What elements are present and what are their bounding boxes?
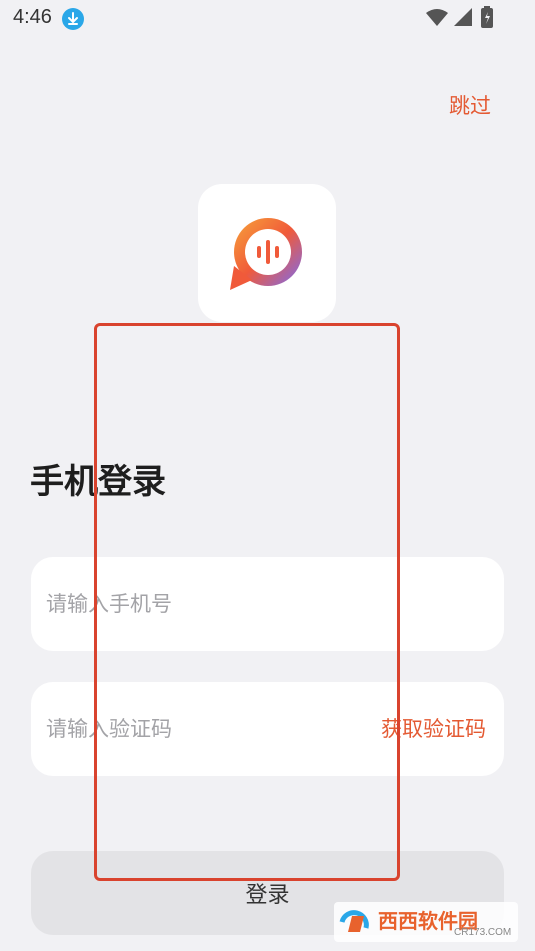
skip-button[interactable]: 跳过: [449, 90, 491, 120]
watermark-logo-icon: [339, 910, 369, 932]
status-bar: 4:46: [0, 0, 535, 38]
app-logo: [198, 184, 336, 322]
wifi-icon: [426, 8, 448, 26]
watermark: 西西软件园 CR173.COM: [334, 902, 518, 942]
watermark-sub: CR173.COM: [454, 927, 512, 938]
phone-input[interactable]: [46, 557, 346, 651]
download-icon: [62, 8, 84, 30]
page-title: 手机登录: [30, 462, 166, 502]
code-input-card: 获取验证码: [31, 682, 504, 776]
chat-bubble-voice-icon: [230, 218, 302, 290]
status-time: 4:46: [13, 6, 52, 28]
get-code-button[interactable]: 获取验证码: [381, 682, 486, 776]
phone-input-card: [31, 557, 504, 651]
battery-icon: [481, 6, 493, 28]
code-input[interactable]: [46, 682, 346, 776]
signal-icon: [454, 8, 472, 26]
